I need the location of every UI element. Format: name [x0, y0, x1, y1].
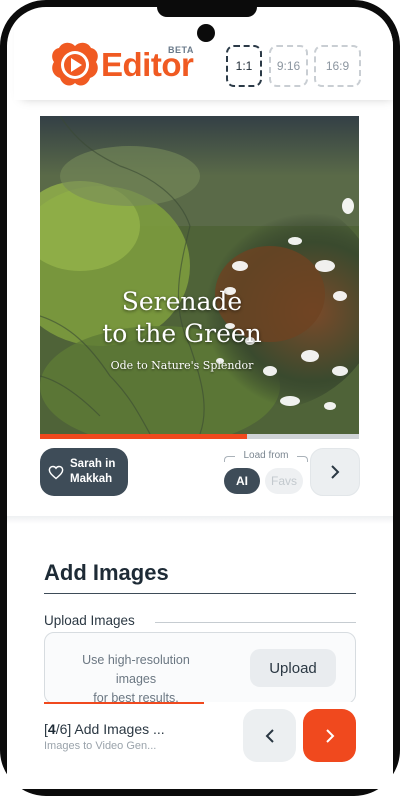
- playback-progress-bar[interactable]: [40, 434, 359, 439]
- step-title: [4/6] Add Images ...: [44, 721, 165, 737]
- step-name: Add Images ...: [74, 721, 165, 737]
- step-current: 4: [47, 721, 56, 737]
- phone-side-button: [0, 108, 4, 158]
- logo-icon: [52, 42, 98, 86]
- ratio-16-9-button[interactable]: 16:9: [314, 45, 361, 87]
- playback-progress-fill: [40, 434, 248, 439]
- section-divider: [7, 516, 393, 524]
- load-from-label: Load from: [224, 450, 308, 462]
- ratio-9-16-button[interactable]: 9:16: [269, 45, 308, 87]
- next-track-button[interactable]: [310, 448, 360, 496]
- track-name-line-2: Makkah: [70, 473, 113, 485]
- video-preview[interactable]: Serenade to the Green Ode to Nature's Sp…: [40, 116, 359, 434]
- step-progress-bar: [44, 702, 204, 704]
- next-step-button[interactable]: [303, 709, 356, 762]
- video-title-line-1: Serenade: [121, 287, 243, 316]
- favorite-track-button[interactable]: Sarah in Makkah: [40, 448, 128, 496]
- ratio-1-1-button[interactable]: 1:1: [226, 45, 262, 87]
- step-subtitle: Images to Video Gen...: [44, 740, 157, 752]
- video-title: Serenade to the Green: [82, 286, 282, 350]
- chevron-left-icon: [265, 728, 274, 743]
- source-favs-toggle[interactable]: Favs: [265, 468, 303, 494]
- chevron-right-icon: [325, 728, 334, 743]
- footer-bar: [4/6] Add Images ... Images to Video Gen…: [7, 702, 393, 789]
- heart-icon: [48, 465, 64, 479]
- chevron-right-icon: [331, 465, 340, 479]
- upload-hint-line-1: Use high-resolution images: [82, 653, 190, 686]
- source-ai-toggle[interactable]: AI: [224, 468, 260, 494]
- upload-dropzone[interactable]: Use high-resolution images for best resu…: [44, 632, 356, 705]
- section-title-rule: [44, 593, 356, 594]
- beta-badge: BETA: [168, 45, 194, 55]
- video-title-line-2: to the Green: [102, 319, 262, 348]
- phone-notch: [157, 7, 257, 17]
- upload-hint: Use high-resolution images for best resu…: [61, 651, 211, 708]
- track-name: Sarah in Makkah: [70, 457, 115, 487]
- preview-image: [40, 116, 359, 434]
- step-total: 6: [59, 721, 68, 737]
- previous-step-button[interactable]: [243, 709, 296, 762]
- video-subtitle: Ode to Nature's Splendor: [110, 359, 254, 372]
- upload-button[interactable]: Upload: [250, 649, 336, 687]
- upload-label-rule: [155, 622, 356, 623]
- phone-side-button: [0, 170, 4, 220]
- camera-icon: [197, 24, 215, 42]
- section-title: Add Images: [44, 560, 169, 585]
- track-name-line-1: Sarah in: [70, 458, 116, 470]
- phone-side-button: [396, 92, 400, 152]
- upload-images-label: Upload Images: [44, 613, 135, 628]
